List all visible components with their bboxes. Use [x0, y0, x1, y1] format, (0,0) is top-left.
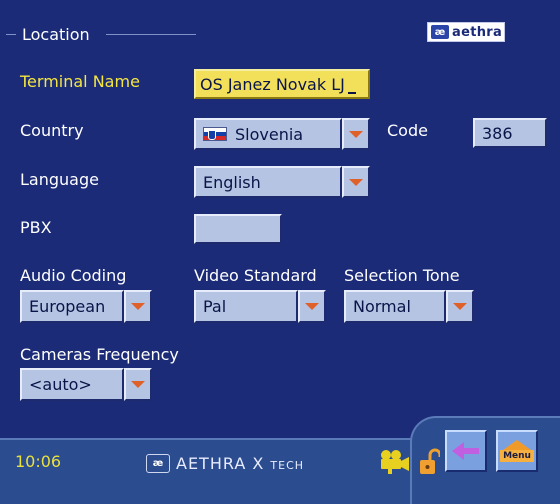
arrow-left-icon — [452, 442, 479, 460]
chevron-down-icon — [131, 381, 145, 388]
aethra-logo-text: aethra — [452, 24, 503, 40]
country-select[interactable]: Slovenia — [194, 118, 370, 150]
section-title: Location — [22, 25, 90, 44]
audio-coding-label: Audio Coding — [20, 266, 127, 285]
cameras-frequency-dropdown-button[interactable] — [124, 368, 152, 401]
back-button[interactable] — [445, 430, 487, 472]
aethra-x-tech-brand: æ AETHRA X TECH — [146, 454, 304, 473]
chevron-down-icon — [453, 303, 467, 310]
country-label: Country — [20, 121, 84, 140]
clock: 10:06 — [15, 452, 62, 471]
cameras-frequency-value-box: <auto> — [20, 368, 124, 401]
chevron-down-icon — [349, 130, 363, 138]
cameras-frequency-value: <auto> — [29, 375, 92, 394]
country-select-value-box: Slovenia — [194, 118, 342, 150]
video-camera-icon — [381, 450, 409, 474]
terminal-name-value: OS Janez Novak LJ — [200, 74, 345, 94]
audio-coding-dropdown-button[interactable] — [124, 290, 152, 323]
language-select[interactable]: English — [194, 166, 370, 198]
chevron-down-icon — [305, 303, 319, 310]
pbx-label: PBX — [20, 218, 52, 237]
language-value: English — [203, 172, 261, 192]
brand-text: AETHRA X TECH — [176, 454, 304, 473]
country-dropdown-button[interactable] — [342, 118, 370, 150]
video-standard-select[interactable]: Pal — [194, 290, 326, 323]
slovenia-flag-icon — [203, 127, 227, 141]
cameras-frequency-label: Cameras Frequency — [20, 345, 179, 364]
brand-suffix: TECH — [270, 459, 305, 472]
language-select-value-box: English — [194, 166, 342, 198]
brand-name: AETHRA X — [176, 454, 265, 473]
chevron-down-icon — [349, 178, 363, 186]
video-standard-value: Pal — [203, 297, 227, 316]
video-standard-dropdown-button[interactable] — [298, 290, 326, 323]
title-divider-right — [106, 34, 196, 35]
audio-coding-select[interactable]: European — [20, 290, 152, 323]
terminal-name-label: Terminal Name — [20, 72, 140, 91]
code-label: Code — [387, 121, 428, 140]
language-label: Language — [20, 170, 99, 189]
chevron-down-icon — [131, 303, 145, 310]
title-divider-left — [6, 34, 16, 35]
selection-tone-label: Selection Tone — [344, 266, 460, 285]
selection-tone-value: Normal — [353, 297, 411, 316]
video-standard-label: Video Standard — [194, 266, 317, 285]
audio-coding-value: European — [29, 297, 106, 316]
country-value: Slovenia — [235, 124, 304, 144]
aethra-logo: æ aethra — [427, 22, 505, 42]
text-cursor — [347, 92, 356, 94]
video-standard-value-box: Pal — [194, 290, 298, 323]
unlock-icon — [420, 448, 440, 474]
terminal-name-input[interactable]: OS Janez Novak LJ — [194, 69, 370, 99]
code-value: 386 — [482, 123, 513, 143]
language-dropdown-button[interactable] — [342, 166, 370, 198]
pbx-input[interactable] — [194, 214, 282, 244]
selection-tone-select[interactable]: Normal — [344, 290, 474, 323]
code-input[interactable]: 386 — [473, 118, 547, 148]
selection-tone-dropdown-button[interactable] — [446, 290, 474, 323]
menu-button[interactable]: Menu — [496, 430, 538, 472]
home-icon — [503, 440, 531, 450]
aethra-brand-mark: æ — [146, 454, 170, 473]
menu-button-label: Menu — [500, 450, 534, 462]
aethra-logo-mark: æ — [431, 25, 449, 39]
audio-coding-value-box: European — [20, 290, 124, 323]
cameras-frequency-select[interactable]: <auto> — [20, 368, 152, 401]
selection-tone-value-box: Normal — [344, 290, 446, 323]
